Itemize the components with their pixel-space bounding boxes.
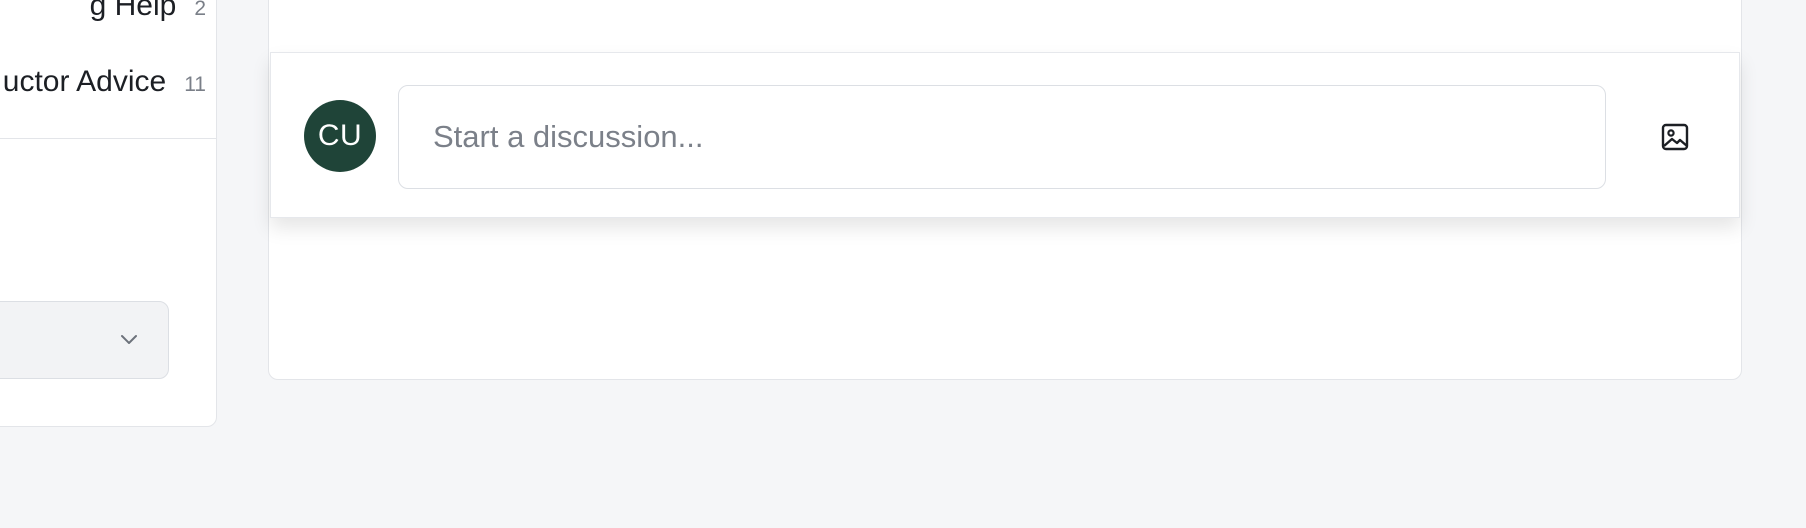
image-icon: [1661, 123, 1689, 151]
avatar: CU: [304, 100, 376, 172]
sidebar-card: g Help 2 uctor Advice 11: [0, 0, 217, 427]
category-label: g Help: [89, 0, 177, 22]
chevron-down-icon: [121, 335, 137, 344]
attach-image-button[interactable]: [1651, 113, 1699, 161]
discussion-composer: CU: [270, 52, 1740, 218]
sidebar-select-dropdown[interactable]: [0, 301, 169, 379]
category-item[interactable]: uctor Advice 11: [3, 65, 206, 99]
start-discussion-input[interactable]: [398, 85, 1606, 189]
category-count: 2: [194, 0, 206, 20]
category-item[interactable]: g Help 2: [90, 0, 206, 23]
sidebar-divider: [0, 138, 216, 139]
category-label: uctor Advice: [2, 65, 167, 98]
category-count: 11: [184, 73, 206, 96]
